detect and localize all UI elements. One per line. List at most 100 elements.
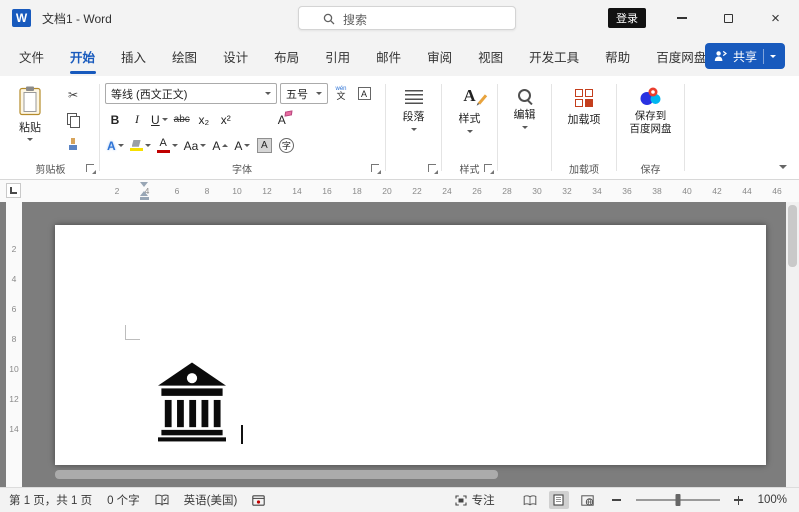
zoom-out-button[interactable] [607,491,627,509]
clipboard-group-label: 剪贴板 [2,162,99,176]
tab-label: 引用 [325,50,351,65]
focus-mode-button[interactable]: 专注 [455,492,495,508]
tab-mailings[interactable]: 邮件 [363,36,414,76]
superscript-button[interactable]: x² [216,109,236,130]
clipboard-dialog-launcher[interactable] [86,164,96,174]
character-border-button[interactable]: A [354,83,374,104]
tab-file[interactable]: 文件 [6,36,57,76]
paste-button[interactable]: 粘贴 [8,83,52,161]
login-button[interactable]: 登录 [608,8,646,28]
format-painter-button[interactable] [60,135,86,154]
horizontal-scrollbar-thumb[interactable] [55,470,498,479]
share-dropdown-chevron-icon[interactable] [770,54,776,58]
character-shading-button[interactable]: A [254,135,274,156]
tab-view[interactable]: 视图 [465,36,516,76]
vruler-number: 4 [11,274,17,284]
tab-draw[interactable]: 绘图 [159,36,210,76]
text-effects-button[interactable]: A [105,135,126,156]
clipboard-group: 粘贴 ✂ 剪贴板 [2,76,99,179]
addins-group-label: 加载项 [552,162,616,176]
cut-button[interactable]: ✂ [60,85,86,104]
vertical-ruler[interactable]: 2 4 6 8 10 12 14 [6,202,22,487]
maximize-button[interactable] [705,0,751,36]
tab-label: 审阅 [427,50,453,65]
tab-stop-selector[interactable] [6,183,21,198]
read-mode-button[interactable] [520,491,540,509]
web-layout-button[interactable] [578,491,598,509]
zoom-slider-thumb[interactable] [675,494,681,506]
change-case-label: Aa [183,138,199,153]
styles-gallery-button[interactable]: A 样式 [445,84,494,133]
font-color-chevron-icon [171,144,178,147]
zoom-slider[interactable] [635,493,720,507]
language-indicator[interactable]: 英语(美国) [184,492,238,508]
tab-insert[interactable]: 插入 [108,36,159,76]
zoom-in-button[interactable] [729,491,749,509]
tab-review[interactable]: 审阅 [414,36,465,76]
word-app-icon[interactable]: W [12,9,31,27]
grow-font-button[interactable]: A [210,135,230,156]
font-color-letter: A [159,136,167,149]
text-effects-chevron-icon [117,144,124,147]
shrink-font-button[interactable]: A [232,135,252,156]
hruler-numbers: 2 4 6 8 10 12 14 16 18 20 22 24 26 28 30 32 34 36 38 40 42 44… [102,180,788,202]
horizontal-ruler[interactable]: 2 4 6 8 10 12 14 16 18 20 22 24 26 28 30 32 34 36 38 40 42 44… [0,180,799,202]
tab-home[interactable]: 开始 [57,36,108,76]
document-page[interactable] [55,225,766,465]
status-left: 第 1 页，共 1 页 0 个字 英语(美国) [0,492,266,508]
collapse-ribbon-chevron-icon[interactable] [779,165,787,169]
page-indicator[interactable]: 第 1 页，共 1 页 [9,492,92,508]
font-color-button[interactable]: A [155,135,180,156]
minimize-button[interactable] [659,0,705,36]
vertical-scrollbar-thumb[interactable] [788,205,797,267]
bank-building-image[interactable] [158,362,226,442]
launcher-arrow-icon [377,170,381,174]
copy-button[interactable] [60,110,86,129]
addins-button[interactable]: 加载项 [555,84,613,127]
enclose-character-button[interactable]: 字 [276,135,296,156]
clear-formatting-button[interactable]: A [272,109,293,130]
font-size-combobox[interactable]: 五号 [280,83,328,104]
vruler-number: 14 [9,424,19,434]
editing-menu-button[interactable]: 编辑 [501,84,548,129]
strikethrough-button[interactable]: abc [172,109,192,130]
hruler-number: 8 [204,186,210,196]
hruler-number: 32 [562,186,572,196]
font-dialog-launcher[interactable] [371,164,381,174]
tab-references[interactable]: 引用 [312,36,363,76]
group-separator [684,84,685,171]
first-line-indent-marker[interactable] [140,182,148,187]
proofing-status-button[interactable] [155,494,169,506]
tab-help[interactable]: 帮助 [592,36,643,76]
italic-button[interactable]: I [127,109,147,130]
left-indent-marker[interactable] [140,196,149,200]
word-count[interactable]: 0 个字 [107,492,140,508]
font-name-combobox[interactable]: 等线 (西文正文) [105,83,277,104]
change-case-button[interactable]: Aa [182,135,209,156]
subscript-button[interactable]: x₂ [194,109,214,130]
paragraph-menu-button[interactable]: 段落 [389,84,438,131]
highlight-color-button[interactable] [128,135,153,156]
search-box[interactable]: 搜索 [298,6,516,30]
styles-dialog-launcher[interactable] [484,164,494,174]
share-button[interactable]: 共享 [704,43,785,69]
baidu-save-button[interactable]: 保存到 百度网盘 [620,84,681,136]
close-button[interactable]: × [752,0,799,36]
clipboard-small-buttons: ✂ [60,85,86,154]
hruler-number: 40 [682,186,692,196]
tab-design[interactable]: 设计 [210,36,261,76]
underline-button[interactable]: U [149,109,170,130]
vertical-scrollbar[interactable] [786,202,799,487]
tab-developer[interactable]: 开发工具 [516,36,592,76]
eraser-icon [284,110,293,117]
format-painter-icon [67,138,79,151]
phonetic-guide-button[interactable]: wén 文 [331,83,351,104]
hanging-indent-marker[interactable] [140,191,148,196]
print-layout-button[interactable] [548,491,569,509]
paragraph-dialog-launcher[interactable] [428,164,438,174]
font-group-label: 字体 [100,162,384,176]
tab-layout[interactable]: 布局 [261,36,312,76]
macro-record-button[interactable] [252,494,266,506]
bold-button[interactable]: B [105,109,125,130]
zoom-percentage[interactable]: 100% [758,494,787,506]
